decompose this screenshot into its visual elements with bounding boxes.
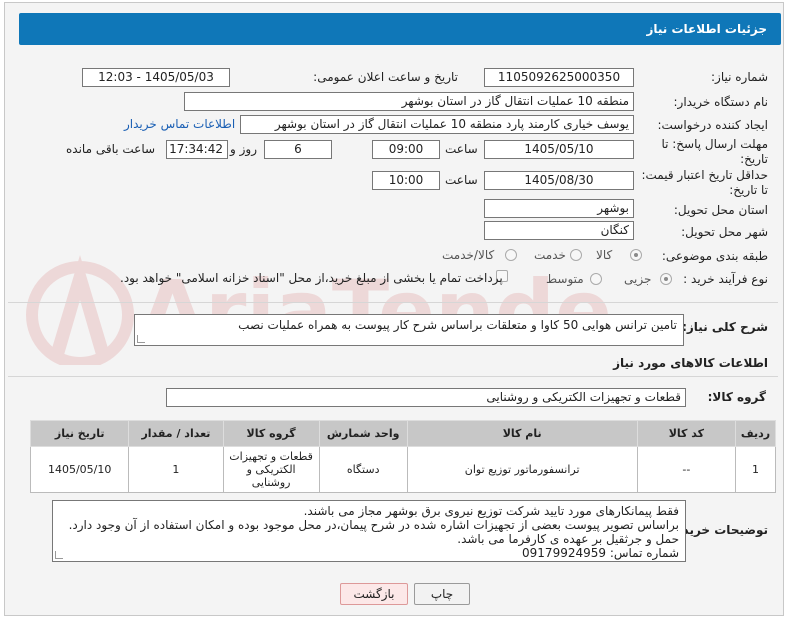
province-label: استان محل تحویل: [673, 203, 768, 217]
cell-group: قطعات و تجهیزات الکتریکی و روشنایی [222, 446, 320, 493]
print-button[interactable]: چاپ [414, 583, 470, 605]
description-textarea[interactable]: تامین ترانس هوایی 50 کاوا و متعلقات براس… [134, 314, 684, 346]
need-number-label: شماره نیاز: [711, 70, 768, 84]
deadline-time-label: ساعت [445, 142, 478, 156]
category-option-goods: کالا [596, 248, 613, 262]
page-title: جزئیات اطلاعات نیاز [19, 13, 781, 45]
description-label: شرح کلی نیاز: [682, 320, 768, 334]
validity-date-field: 1405/08/30 [484, 171, 634, 190]
table-header-row: ردیف کد کالا نام کالا واحد شمارش گروه کا… [29, 420, 776, 447]
col-header-unit: واحد شمارش [318, 420, 408, 447]
city-field: کنگان [484, 221, 634, 240]
process-radio-minor[interactable] [660, 273, 672, 285]
deadline-label-line2: تاریخ: [740, 152, 768, 166]
cell-quantity: 1 [128, 446, 224, 493]
goods-section-title: اطلاعات کالاهای مورد نیاز [613, 356, 768, 370]
col-header-group: گروه کالا [222, 420, 320, 447]
divider [8, 376, 778, 377]
process-option-minor: جزیی [624, 272, 652, 286]
need-number-field: 1105092625000350 [484, 68, 634, 87]
remaining-days-field: 6 [264, 140, 332, 159]
divider [8, 302, 778, 303]
back-button[interactable]: بازگشت [340, 583, 408, 605]
province-field: بوشهر [484, 199, 634, 218]
validity-time-label: ساعت [445, 173, 478, 187]
cell-code: -- [636, 446, 737, 493]
col-header-quantity: تعداد / مقدار [128, 420, 224, 447]
category-radio-service[interactable] [570, 249, 582, 261]
buyer-org-field: منطقه 10 عملیات انتقال گاز در استان بوشه… [184, 92, 634, 111]
validity-label-line2: تا تاریخ: [729, 183, 768, 197]
cell-unit: دستگاه [318, 446, 408, 493]
process-option-medium: متوسط [546, 272, 584, 286]
buyer-notes-textarea[interactable]: فقط پیمانکارهای مورد تایید شرکت توزیع نی… [52, 500, 686, 562]
goods-group-field: قطعات و تجهیزات الکتریکی و روشنایی [166, 388, 686, 407]
deadline-label-line1: مهلت ارسال پاسخ: تا [661, 137, 768, 151]
cell-date: 1405/05/10 [29, 446, 130, 493]
table-row: 1 -- ترانسفورماتور توزیع توان دستگاه قطع… [29, 446, 776, 493]
category-radio-goods[interactable] [630, 249, 642, 261]
buyer-note-line: براساس تصویر پیوست بعضی از تجهیزات اشاره… [68, 518, 679, 532]
creator-field: یوسف خیاری کارمند پارد منطقه 10 عملیات ا… [240, 115, 634, 134]
validity-time-field: 10:00 [372, 171, 440, 190]
deadline-time-field: 09:00 [372, 140, 440, 159]
remaining-time-field: 17:34:42 [166, 140, 228, 159]
buyer-note-line: شماره تماس: 09179924959 [522, 546, 679, 560]
announce-field: 1405/05/03 - 12:03 [82, 68, 230, 87]
col-header-name: نام کالا [406, 420, 638, 447]
goods-table: ردیف کد کالا نام کالا واحد شمارش گروه کا… [29, 420, 776, 493]
col-header-row-no: ردیف [735, 420, 776, 447]
buyer-contact-link[interactable]: اطلاعات تماس خریدار [124, 117, 235, 131]
category-radio-both[interactable] [505, 249, 517, 261]
creator-label: ایجاد کننده درخواست: [657, 118, 768, 132]
deadline-date-field: 1405/05/10 [484, 140, 634, 159]
resize-handle-icon[interactable] [55, 551, 63, 559]
validity-label-line1: حداقل تاریخ اعتبار قیمت: [641, 168, 768, 182]
announce-label: تاریخ و ساعت اعلان عمومی: [313, 70, 458, 84]
description-text: تامین ترانس هوایی 50 کاوا و متعلقات براس… [238, 318, 677, 332]
process-radio-medium[interactable] [590, 273, 602, 285]
cell-name: ترانسفورماتور توزیع توان [406, 446, 638, 493]
buyer-org-label: نام دستگاه خریدار: [673, 95, 769, 109]
buyer-note-line: حمل و جرثقیل بر عهده ی کارفرما می باشد. [457, 532, 679, 546]
resize-handle-icon[interactable] [137, 335, 145, 343]
col-header-code: کد کالا [636, 420, 737, 447]
city-label: شهر محل تحویل: [681, 225, 768, 239]
col-header-date: تاریخ نیاز [29, 420, 130, 447]
goods-group-label: گروه کالا: [707, 390, 766, 404]
process-label: نوع فرآیند خرید : [683, 272, 768, 286]
category-option-service: خدمت [534, 248, 566, 262]
category-option-both: کالا/خدمت [442, 248, 495, 262]
buyer-note-line: فقط پیمانکارهای مورد تایید شرکت توزیع نی… [303, 504, 679, 518]
treasury-payment-note: پرداخت تمام یا بخشی از مبلغ خرید،از محل … [120, 271, 503, 285]
cell-row-no: 1 [735, 446, 776, 493]
remaining-label: ساعت باقی مانده [66, 142, 156, 156]
category-label: طبقه بندی موضوعی: [661, 249, 768, 263]
days-label: روز و [230, 142, 257, 156]
